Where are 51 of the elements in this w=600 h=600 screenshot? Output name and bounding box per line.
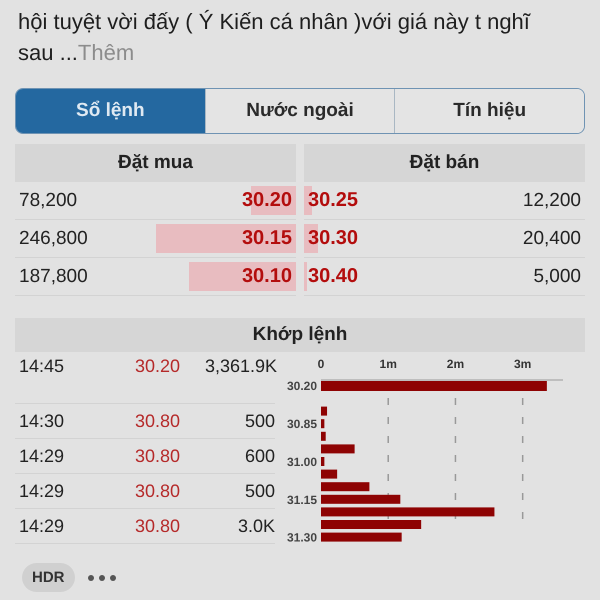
match-volume: 500 bbox=[244, 480, 275, 502]
match-volume: 500 bbox=[244, 410, 275, 432]
bid-price: 30.10 bbox=[240, 265, 293, 288]
chip[interactable]: HDR bbox=[22, 563, 74, 592]
volume-bar bbox=[321, 406, 328, 416]
matches-header: Khớp lệnh bbox=[15, 318, 585, 352]
axis-tick-label: 3m bbox=[514, 357, 532, 371]
axis-tick-label: 0 bbox=[318, 357, 324, 371]
price-label: 30.85 bbox=[286, 417, 317, 432]
match-price: 30.80 bbox=[135, 480, 182, 502]
bid-price: 30.15 bbox=[240, 227, 293, 250]
match-time: 14:29 bbox=[18, 480, 66, 502]
match-volume: 3,361.9K bbox=[205, 356, 275, 377]
ask-price: 30.40 bbox=[307, 265, 360, 288]
match-price: 30.20 bbox=[135, 356, 182, 377]
match-price: 30.80 bbox=[135, 410, 182, 432]
match-time: 14:30 bbox=[18, 410, 66, 432]
volume-bar bbox=[321, 432, 326, 441]
axis-tick-label: 2m bbox=[446, 357, 464, 371]
match-time: 14:29 bbox=[18, 516, 66, 536]
ask-header: Đặt bán bbox=[304, 144, 585, 182]
axis-tick-label: 1m bbox=[380, 357, 397, 371]
bid-volume: 246,800 bbox=[18, 228, 89, 250]
volume-bar bbox=[321, 419, 324, 428]
ask-volume: 12,200 bbox=[522, 190, 582, 212]
ask-volume: 20,400 bbox=[522, 228, 582, 250]
match-volume: 600 bbox=[244, 446, 275, 466]
volume-bar bbox=[321, 457, 324, 466]
volume-bar bbox=[321, 470, 338, 479]
match-price: 30.80 bbox=[135, 516, 182, 536]
match-time: 14:29 bbox=[18, 446, 66, 466]
match-volume: 3.0K bbox=[236, 516, 275, 536]
ask-price: 30.30 bbox=[307, 227, 360, 250]
bid-volume: 187,800 bbox=[18, 266, 89, 288]
match-price: 30.80 bbox=[135, 446, 182, 466]
price-label: 31.00 bbox=[286, 455, 317, 469]
price-label: 31.30 bbox=[286, 530, 317, 545]
ask-price: 30.25 bbox=[307, 189, 360, 212]
tab[interactable]: Sổ lệnh bbox=[16, 89, 205, 133]
price-label: 31.15 bbox=[286, 492, 317, 507]
ask-volume: 5,000 bbox=[532, 266, 582, 288]
volume-bar bbox=[321, 482, 370, 492]
bid-header: Đặt mua bbox=[15, 144, 296, 182]
bid-price: 30.20 bbox=[240, 189, 293, 212]
volume-bar bbox=[321, 444, 355, 454]
bid-volume: 78,200 bbox=[18, 190, 78, 212]
price-label: 30.20 bbox=[286, 379, 317, 393]
more-icon[interactable] bbox=[86, 574, 116, 582]
match-time: 14:45 bbox=[18, 356, 66, 377]
tab[interactable]: Tín hiệu bbox=[394, 89, 584, 133]
post-text: hội tuyệt vời đấy ( Ý Kiến cá nhân )với giá này t nghĩ sau ...Thêm bbox=[18, 8, 532, 67]
